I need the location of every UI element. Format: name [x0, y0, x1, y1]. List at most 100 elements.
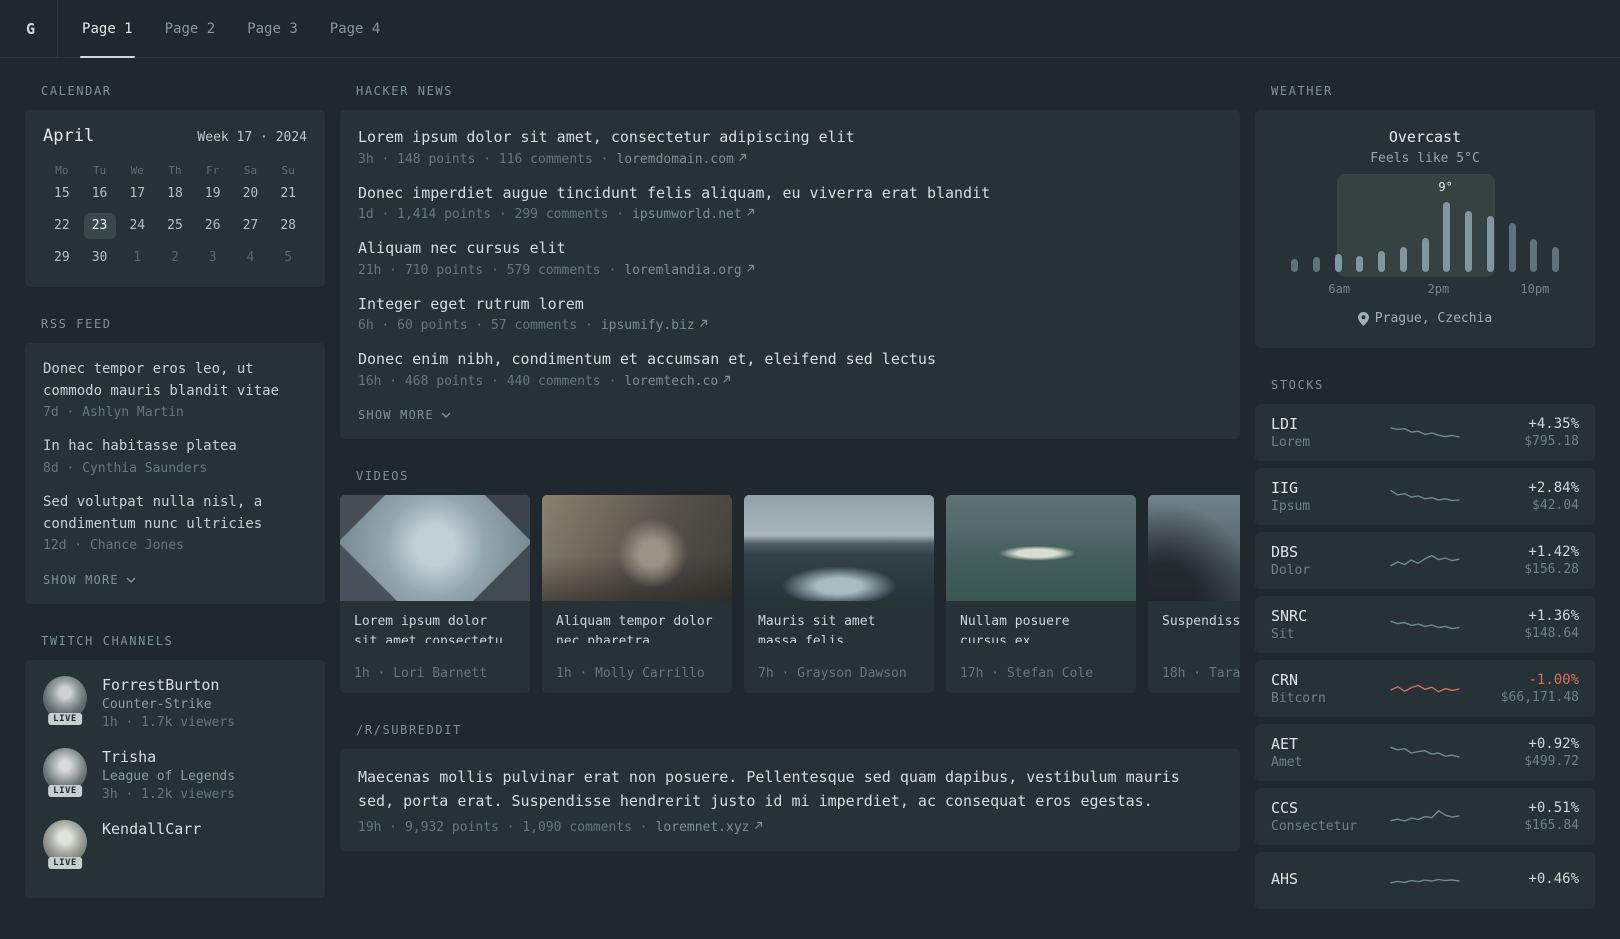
stock-row[interactable]: AET Amet +0.92% $499.72: [1255, 723, 1595, 781]
hn-story: Aliquam nec cursus elit 21h · 710 points…: [358, 237, 1222, 278]
subreddit-header: /R/SUBREDDIT: [356, 722, 462, 737]
hn-domain-link[interactable]: ipsumify.biz: [601, 318, 695, 333]
stock-row[interactable]: SNRC Sit +1.36% $148.64: [1255, 595, 1595, 653]
dow-label: Th: [168, 164, 182, 177]
calendar-dow-row: Mo Tu We Th Fr Sa Su: [43, 161, 307, 181]
stock-name: Lorem: [1271, 434, 1311, 450]
tab-page-1[interactable]: Page 1: [80, 0, 135, 58]
external-link-icon: [746, 264, 754, 272]
stock-price: $499.72: [1524, 753, 1579, 769]
tab-page-4[interactable]: Page 4: [328, 0, 383, 57]
hn-domain-link[interactable]: ipsumworld.net: [632, 207, 742, 222]
stock-symbol: CRN: [1271, 670, 1299, 689]
app-logo[interactable]: G: [26, 0, 59, 58]
twitch-channel[interactable]: LIVE KendallCarr: [43, 820, 307, 870]
hn-meta-text: 21h · 710 points · 579 comments ·: [358, 262, 617, 278]
video-thumbnail: [340, 494, 530, 601]
hackernews-show-more-button[interactable]: SHOW MORE: [358, 408, 451, 422]
channel-name[interactable]: ForrestBurton: [102, 676, 235, 694]
stock-name: Ipsum: [1271, 498, 1311, 514]
weather-peak-label: 9°: [1438, 180, 1453, 194]
reddit-domain-link[interactable]: loremnet.xyz: [656, 820, 750, 835]
weather-bar: [1291, 259, 1298, 272]
twitch-channel[interactable]: LIVE ForrestBurton Counter-Strike 1h · 1…: [43, 676, 307, 730]
stock-name: Sit: [1271, 626, 1295, 642]
rss-item-title[interactable]: Sed volutpat nulla nisl, a condimentum n…: [43, 492, 307, 535]
channel-name[interactable]: KendallCarr: [102, 820, 201, 838]
hn-story-meta: 21h · 710 points · 579 comments · loremla…: [358, 263, 1222, 278]
channel-category: League of Legends: [102, 769, 236, 785]
hn-story: Donec imperdiet augue tincidunt felis al…: [358, 182, 1222, 223]
avatar: LIVE: [43, 820, 87, 870]
videos-header: VIDEOS: [356, 468, 409, 483]
calendar-day: 21: [280, 186, 296, 201]
weather-bar: [1421, 238, 1429, 272]
weather-chart: 9°: [1291, 174, 1559, 277]
rss-item-title[interactable]: In hac habitasse platea: [43, 436, 307, 458]
live-badge: LIVE: [48, 857, 82, 870]
hn-story-title[interactable]: Integer eget rutrum lorem: [358, 293, 1222, 316]
hn-story-title[interactable]: Donec enim nibh, condimentum et accumsan…: [358, 348, 1222, 371]
hn-domain-link[interactable]: loremlandia.org: [624, 263, 741, 278]
video-card[interactable]: Nullam posuere cursus ex 17h · Stefan Co…: [946, 494, 1136, 693]
weather-bar: [1465, 211, 1472, 272]
twitch-channel[interactable]: LIVE Trisha League of Legends 3h · 1.2k …: [43, 748, 307, 802]
external-link-icon: [699, 319, 707, 327]
dow-label: Tu: [92, 164, 107, 177]
hn-story-meta: 3h · 148 points · 116 comments · loremdom…: [358, 152, 1222, 167]
stock-row[interactable]: LDI Lorem +4.35% $795.18: [1255, 403, 1595, 461]
video-card[interactable]: Mauris sit amet massa felis 7h · Grayson…: [744, 494, 934, 693]
stock-price: $156.28: [1524, 561, 1579, 577]
external-link-icon: [754, 821, 762, 829]
hn-story: Donec enim nibh, condimentum et accumsan…: [358, 348, 1222, 389]
video-card[interactable]: Aliquam tempor dolor nec pharetra… 1h · …: [542, 494, 732, 693]
stock-name: Consectetur: [1271, 818, 1358, 834]
hn-story-title[interactable]: Aliquam nec cursus elit: [358, 237, 1222, 260]
calendar-day: 30: [91, 250, 108, 265]
video-title[interactable]: Mauris sit amet massa felis: [744, 601, 934, 643]
left-column: CALENDAR April Week 17 · 2024 Mo Tu We T…: [25, 84, 325, 928]
tab-page-2[interactable]: Page 2: [163, 0, 218, 57]
stock-row[interactable]: IIG Ipsum +2.84% $42.04: [1255, 467, 1595, 525]
video-title[interactable]: Aliquam tempor dolor nec pharetra…: [542, 601, 732, 643]
video-title[interactable]: Nullam posuere cursus ex: [946, 601, 1136, 643]
hn-story: Integer eget rutrum lorem 6h · 60 points…: [358, 293, 1222, 333]
external-link-icon: [738, 153, 746, 161]
weather-bar: [1399, 247, 1407, 272]
channel-name[interactable]: Trisha: [102, 748, 235, 766]
rss-item-meta: 8d · Cynthia Saunders: [43, 461, 208, 477]
rss-item-meta: 7d · Ashlyn Martin: [43, 405, 184, 421]
stock-symbol: CCS: [1271, 798, 1299, 817]
stock-change: +0.92%: [1528, 735, 1579, 752]
hn-domain-link[interactable]: loremtech.co: [624, 374, 718, 389]
calendar-month: April: [43, 126, 95, 146]
stock-change: +2.84%: [1528, 479, 1579, 496]
reddit-post-title[interactable]: Maecenas mollis pulvinar erat non posuer…: [358, 765, 1222, 813]
video-title[interactable]: Lorem ipsum dolor sit amet consectetu…: [340, 601, 530, 643]
hn-story-title[interactable]: Lorem ipsum dolor sit amet, consectetur …: [358, 126, 1222, 149]
calendar-day: 26: [204, 218, 221, 233]
stock-sparkline: [1367, 739, 1483, 765]
stock-change: +1.42%: [1528, 543, 1579, 560]
hn-domain-link[interactable]: loremdomain.com: [616, 152, 733, 167]
weather-time-axis: 6am 2pm 10pm: [1291, 282, 1559, 297]
time-label: 2pm: [1427, 282, 1450, 296]
video-card[interactable]: Lorem ipsum dolor sit amet consectetu… 1…: [340, 494, 530, 693]
stock-row[interactable]: CRN Bitcorn -1.00% $66,171.48: [1255, 659, 1595, 717]
stock-row[interactable]: DBS Dolor +1.42% $156.28: [1255, 531, 1595, 589]
stock-sparkline: [1367, 611, 1483, 637]
video-meta: 17h · Stefan Cole: [960, 665, 1094, 681]
hn-story-title[interactable]: Donec imperdiet augue tincidunt felis al…: [358, 182, 1222, 205]
stock-name: Amet: [1271, 754, 1303, 770]
video-title[interactable]: Suspendisse diam: [1148, 601, 1240, 632]
rss-item-title[interactable]: Donec tempor eros leo, ut commodo mauris…: [43, 359, 307, 402]
tab-page-3[interactable]: Page 3: [245, 0, 300, 57]
video-card[interactable]: Suspendisse diam 18h · Tara: [1148, 494, 1240, 693]
calendar-day: 16: [91, 186, 108, 201]
stock-price: $66,171.48: [1500, 689, 1579, 705]
calendar-day: 24: [129, 218, 146, 233]
hn-meta-text: 6h · 60 points · 57 comments ·: [358, 318, 593, 333]
stock-row[interactable]: CCS Consectetur +0.51% $165.84: [1255, 787, 1595, 845]
stock-change: +4.35%: [1528, 415, 1579, 432]
rss-show-more-button[interactable]: SHOW MORE: [43, 573, 136, 587]
